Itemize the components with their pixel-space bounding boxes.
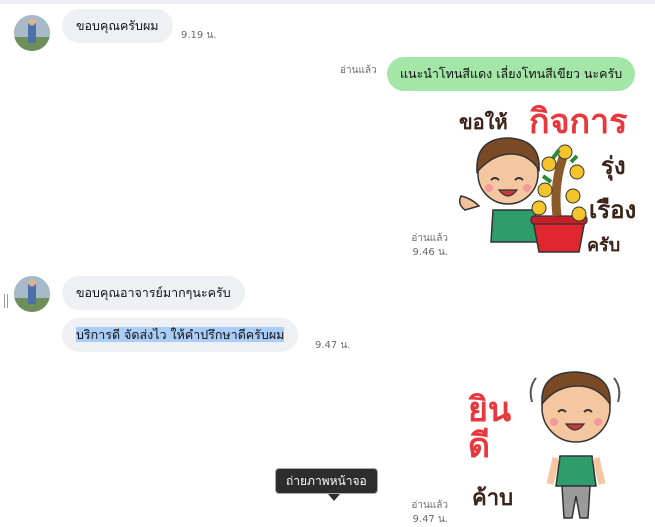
sticker-word: ครับ <box>587 235 621 256</box>
read-receipt: อ่านแล้ว <box>340 65 377 76</box>
tooltip-pointer <box>328 494 340 501</box>
incoming-message-bubble[interactable]: ขอบคุณครับผม <box>62 9 173 43</box>
sticker-good-luck[interactable]: ขอให้ กิจการ รุ่ง เรือง ครับ <box>453 92 643 260</box>
sticker-meta: อ่านแล้ว 9.47 น. <box>398 499 448 527</box>
message-time: 9.47 น. <box>315 340 351 351</box>
contact-avatar[interactable] <box>14 15 50 51</box>
sticker-word: รุ่ง <box>601 152 626 180</box>
top-divider <box>0 0 655 4</box>
message-time: 9.19 น. <box>181 30 217 41</box>
message-time: 9.47 น. <box>412 514 448 525</box>
read-receipt: อ่านแล้ว <box>411 500 448 511</box>
sticker-meta: อ่านแล้ว 9.46 น. <box>398 232 448 260</box>
message-text: ขอบคุณอาจารย์มากๆนะครับ <box>76 285 231 300</box>
message-text: ขอบคุณครับผม <box>76 18 159 33</box>
avatar-photo-icon <box>14 276 50 312</box>
sticker-word: ยินดี <box>468 390 512 466</box>
outgoing-message-bubble[interactable]: แนะนำโทนสีแดง เลี่ยงโทนสีเขียว นะครับ <box>387 57 636 91</box>
contact-avatar[interactable] <box>14 276 50 312</box>
read-receipt: อ่านแล้ว <box>411 233 448 244</box>
screenshot-tooltip: ถ่ายภาพหน้าจอ <box>275 468 378 494</box>
tooltip-label: ถ่ายภาพหน้าจอ <box>286 474 367 488</box>
sticker-word: เรือง <box>589 196 637 224</box>
sticker-welcome[interactable]: ยินดี ค้าบ <box>462 368 632 522</box>
message-text: แนะนำโทนสีแดง เลี่ยงโทนสีเขียว นะครับ <box>400 66 623 81</box>
incoming-message-bubble[interactable]: ขอบคุณอาจารย์มากๆนะครับ <box>62 276 245 310</box>
sticker-word: กิจการ <box>529 102 628 142</box>
incoming-message-bubble[interactable]: บริการดี จัดส่งไว ให้คำปรึกษาดีครับผม <box>62 318 299 352</box>
avatar-photo-icon <box>14 15 50 51</box>
message-text-selected[interactable]: บริการดี จัดส่งไว ให้คำปรึกษาดีครับผม <box>76 327 285 342</box>
drag-handle-icon[interactable] <box>4 294 8 308</box>
message-time: 9.46 น. <box>412 247 448 258</box>
sticker-word: ขอให้ <box>459 110 508 134</box>
sticker-word: ค้าบ <box>472 486 514 511</box>
